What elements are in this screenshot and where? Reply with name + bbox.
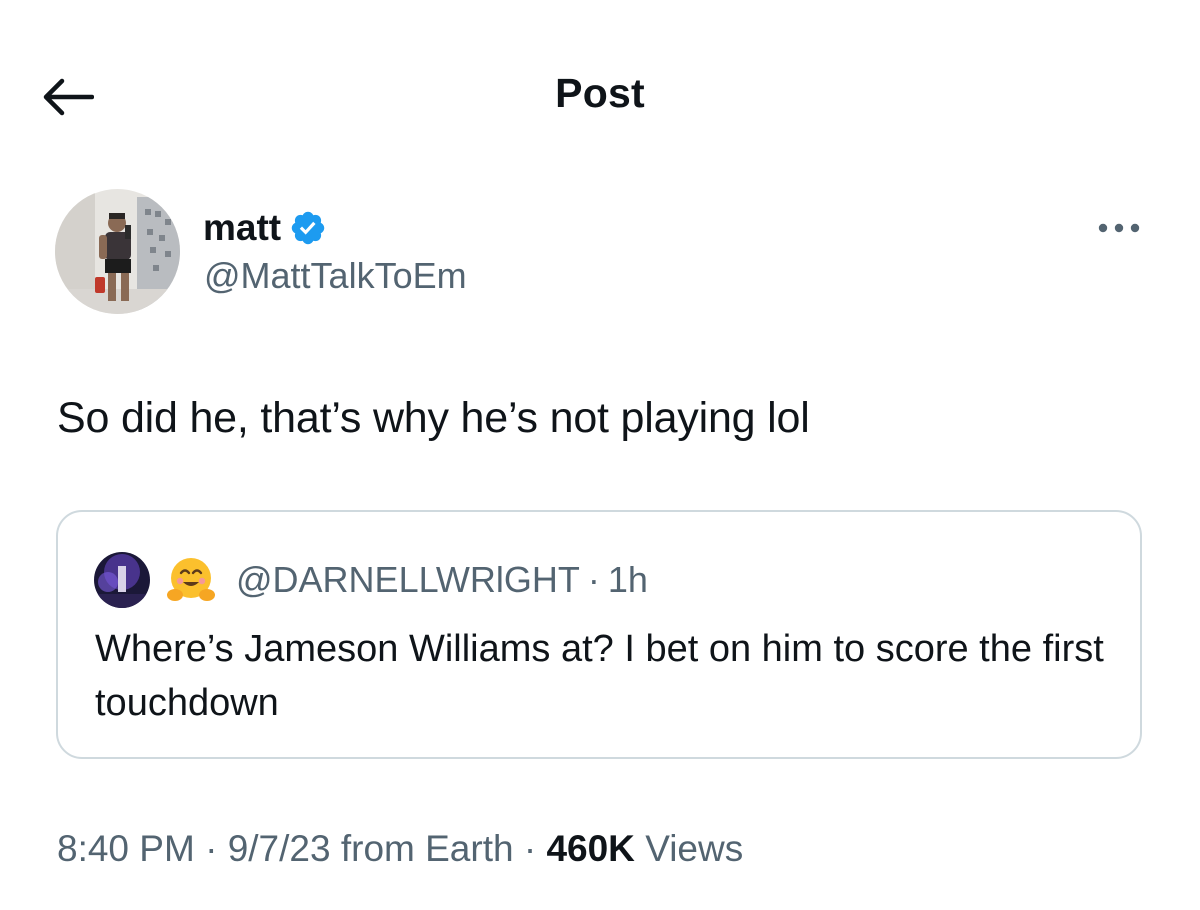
author-name[interactable]: matt — [203, 207, 327, 249]
views-label: Views — [645, 828, 744, 869]
quoted-separator: · — [587, 559, 600, 600]
post-text: So did he, that’s why he’s not playing l… — [57, 394, 810, 442]
quoted-author-handle[interactable]: @DARNELLWRlGHT — [236, 559, 580, 601]
quoted-post-time: 1h — [607, 559, 648, 600]
post-meta: 8:40 PM · 9/7/23 from Earth · 460K Views — [57, 828, 743, 870]
quoted-post-text: Where’s Jameson Williams at? I bet on hi… — [95, 628, 1104, 724]
author-handle[interactable]: @MattTalkToEm — [204, 255, 467, 297]
verified-badge-icon — [289, 209, 327, 247]
views-count: 460K — [546, 828, 635, 869]
meta-separator: · — [523, 828, 537, 869]
hugging-face-emoji-icon — [166, 555, 216, 605]
quoted-post-card[interactable]: @DARNELLWRlGHT · 1h Where’s Jameson Will… — [56, 510, 1142, 759]
top-bar: Post — [0, 0, 1200, 190]
author-name-text: matt — [203, 207, 282, 248]
avatar-photo — [55, 189, 180, 314]
page-title: Post — [555, 70, 645, 116]
post-time[interactable]: 8:40 PM — [57, 828, 195, 869]
quoted-post-header: @DARNELLWRlGHT · 1h — [94, 552, 648, 608]
more-options-button[interactable] — [1093, 210, 1145, 246]
author-avatar[interactable] — [55, 189, 180, 314]
more-horizontal-icon — [1098, 223, 1140, 233]
post-source: from Earth — [340, 828, 514, 869]
meta-separator: · — [205, 828, 218, 869]
quoted-author-avatar[interactable] — [94, 552, 150, 608]
post-date[interactable]: 9/7/23 — [228, 828, 331, 869]
